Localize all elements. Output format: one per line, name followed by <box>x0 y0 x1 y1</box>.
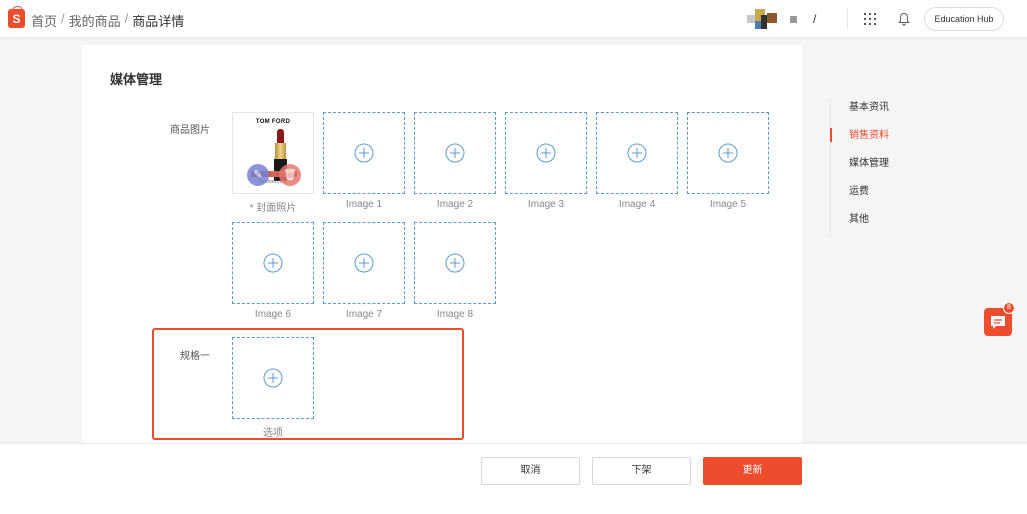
image-slot-6[interactable] <box>232 222 314 304</box>
side-nav-shipping[interactable]: 运费 <box>831 182 950 210</box>
add-image-icon <box>263 253 283 273</box>
chat-button[interactable]: 8 <box>984 302 1015 336</box>
image-slot-8[interactable] <box>414 222 496 304</box>
cover-caption: * 封面照片 <box>249 203 297 214</box>
cover-image[interactable]: TOM FORD tomford.com ✎ 🗑 <box>232 112 314 194</box>
side-nav-others[interactable]: 其他 <box>831 210 950 238</box>
breadcrumb-products[interactable]: 我的商品 <box>69 11 121 30</box>
add-image-icon <box>354 143 374 163</box>
add-image-icon <box>445 253 465 273</box>
add-image-icon <box>445 143 465 163</box>
breadcrumb-home[interactable]: 首页 <box>31 11 57 30</box>
side-nav-basic-info[interactable]: 基本资讯 <box>831 98 950 126</box>
edit-image-icon[interactable]: ✎ <box>247 164 269 186</box>
image-slot-4[interactable] <box>596 112 678 194</box>
add-image-icon <box>536 143 556 163</box>
side-nav-media-management[interactable]: 媒体管理 <box>831 154 950 182</box>
image-slot-label: Image 2 <box>436 199 474 210</box>
section-side-nav: 基本资讯 销售资料 媒体管理 运费 其他 <box>830 98 950 238</box>
image-slot-1[interactable] <box>323 112 405 194</box>
add-image-icon <box>354 253 374 273</box>
image-slot-label: Image 8 <box>436 309 474 320</box>
action-footer: 取消 下架 更新 <box>0 443 1027 514</box>
spec-option-label: 选项 <box>263 428 283 439</box>
spec-label: 规格一 <box>180 351 210 362</box>
side-nav-sales-info[interactable]: 销售资料 <box>830 126 950 154</box>
add-image-icon <box>627 143 647 163</box>
breadcrumb: 首页 / 我的商品 / 商品详情 <box>31 11 184 30</box>
header-divider <box>847 9 848 29</box>
chat-unread-badge: 8 <box>1003 302 1015 314</box>
breadcrumb-current: 商品详情 <box>132 14 185 29</box>
status-square-icon <box>790 16 797 23</box>
image-slot-label: Image 7 <box>345 309 383 320</box>
delist-button[interactable]: 下架 <box>592 457 691 485</box>
bell-icon[interactable] <box>898 12 910 26</box>
shopee-logo-icon[interactable]: S <box>8 6 25 28</box>
image-slot-label: Image 1 <box>345 199 383 210</box>
add-image-icon <box>718 143 738 163</box>
image-slot-5[interactable] <box>687 112 769 194</box>
product-images-label: 商品图片 <box>170 125 210 136</box>
media-management-card: 媒体管理 商品图片 TOM FORD tomford.com ✎ 🗑 * 封面照… <box>82 45 802 443</box>
image-slot-label: Image 5 <box>709 199 747 210</box>
image-slot-3[interactable] <box>505 112 587 194</box>
shop-avatar[interactable] <box>747 9 777 29</box>
cover-watermark: tomford.com <box>259 179 287 185</box>
add-image-icon <box>263 368 283 388</box>
education-hub-button[interactable]: Education Hub <box>924 7 1004 31</box>
delete-image-icon[interactable]: 🗑 <box>279 164 301 186</box>
breadcrumb-separator: / <box>124 11 129 26</box>
section-title: 媒体管理 <box>110 72 163 87</box>
image-slot-2[interactable] <box>414 112 496 194</box>
image-slot-label: Image 6 <box>254 309 292 320</box>
image-slot-label: Image 4 <box>618 199 656 210</box>
image-slot-7[interactable] <box>323 222 405 304</box>
cancel-button[interactable]: 取消 <box>481 457 580 485</box>
top-header: S 首页 / 我的商品 / 商品详情 / Education Hub <box>0 0 1027 38</box>
cover-brand-text: TOM FORD <box>255 119 291 125</box>
spec-option-image-slot[interactable] <box>232 337 314 419</box>
image-slot-label: Image 3 <box>527 199 565 210</box>
breadcrumb-separator: / <box>61 11 65 26</box>
update-button[interactable]: 更新 <box>703 457 802 485</box>
user-name-separator: / <box>813 12 817 26</box>
apps-grid-icon[interactable] <box>864 13 876 25</box>
